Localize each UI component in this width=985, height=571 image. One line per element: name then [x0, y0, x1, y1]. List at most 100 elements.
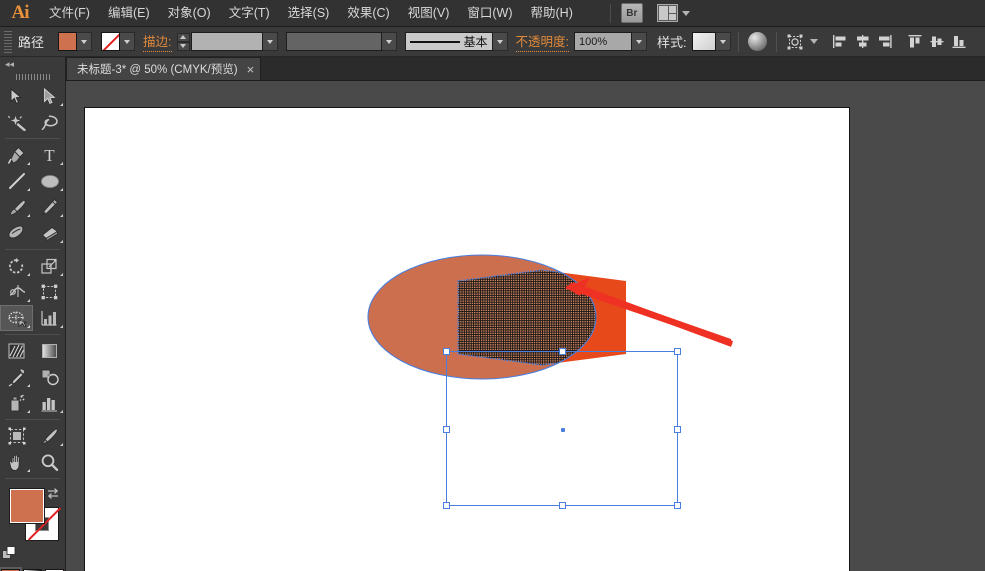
blend-tool[interactable] — [33, 364, 66, 390]
menu-type[interactable]: 文字(T) — [220, 0, 279, 27]
free-transform-tool[interactable] — [33, 279, 66, 305]
menu-window[interactable]: 窗口(W) — [458, 0, 521, 27]
document-tab-bar: 未标题-3* @ 50% (CMYK/预览) × — [0, 57, 985, 81]
chevron-down-icon — [266, 39, 273, 44]
lasso-tool[interactable] — [33, 109, 66, 135]
eyedropper-tool[interactable] — [0, 364, 33, 390]
align-left-icon[interactable] — [830, 31, 852, 53]
align-top-icon[interactable] — [905, 31, 927, 53]
align-right-icon[interactable] — [874, 31, 896, 53]
menu-edit[interactable]: 编辑(E) — [99, 0, 159, 27]
menu-effect[interactable]: 效果(C) — [338, 0, 398, 27]
selection-tool[interactable] — [0, 83, 33, 109]
tools-separator — [5, 138, 60, 139]
stroke-weight-label[interactable]: 描边: — [143, 31, 172, 52]
menu-bar: Ai 文件(F) 编辑(E) 对象(O) 文字(T) 选择(S) 效果(C) 视… — [0, 0, 985, 27]
control-separator — [737, 31, 739, 52]
align-center-vertical-icon[interactable] — [927, 31, 949, 53]
transform-icon[interactable] — [784, 31, 806, 53]
fill-color-control[interactable] — [58, 32, 93, 51]
opacity-dropdown-button[interactable] — [631, 32, 647, 51]
chevron-down-icon — [719, 39, 726, 44]
stepper-down-button[interactable] — [176, 41, 190, 51]
hand-tool[interactable] — [0, 449, 33, 475]
brush-definition-label: 基本 — [463, 35, 488, 49]
brush-dropdown-button[interactable] — [492, 32, 508, 51]
symbol-sprayer-tool[interactable] — [0, 390, 33, 416]
width-tool[interactable] — [0, 279, 33, 305]
menu-view[interactable]: 视图(V) — [399, 0, 459, 27]
chevron-down-icon — [635, 39, 642, 44]
gradient-tool[interactable] — [33, 338, 66, 364]
menu-help[interactable]: 帮助(H) — [522, 0, 582, 27]
artboard-tool[interactable] — [0, 423, 33, 449]
fill-stroke-proxy — [0, 485, 65, 565]
direct-selection-tool[interactable] — [33, 83, 66, 109]
blob-brush-tool[interactable] — [0, 220, 33, 246]
align-bottom-icon[interactable] — [949, 31, 971, 53]
chevron-down-icon — [496, 39, 503, 44]
chevron-down-icon[interactable] — [809, 39, 818, 44]
stroke-dropdown-button[interactable] — [120, 32, 136, 51]
default-fill-stroke-icon[interactable] — [2, 546, 17, 561]
stepper-up-button[interactable] — [176, 32, 190, 42]
slice-tool[interactable] — [33, 423, 66, 449]
variable-width-dropdown-button[interactable] — [381, 32, 397, 51]
variable-width-profile-select[interactable] — [285, 32, 382, 51]
tools-separator — [5, 478, 60, 479]
type-tool[interactable]: T — [33, 142, 66, 168]
document-tab[interactable]: 未标题-3* @ 50% (CMYK/预览) × — [66, 57, 262, 80]
stroke-weight-input[interactable] — [190, 32, 263, 51]
fill-proxy-swatch[interactable] — [9, 488, 45, 524]
stroke-color-swatch[interactable] — [101, 32, 121, 51]
brush-definition-select[interactable]: 基本 — [404, 32, 493, 51]
fill-color-swatch[interactable] — [58, 32, 78, 51]
chevron-down-icon — [81, 39, 88, 44]
pencil-tool[interactable] — [33, 194, 66, 220]
scale-tool[interactable] — [33, 253, 66, 279]
graphic-style-swatch[interactable] — [691, 32, 716, 51]
chevron-down-icon — [124, 39, 131, 44]
graph-tool[interactable] — [33, 305, 66, 331]
menu-file[interactable]: 文件(F) — [40, 0, 99, 27]
eraser-tool[interactable] — [33, 220, 66, 246]
collapse-tools-button[interactable]: ◂◂ — [0, 57, 65, 71]
chevron-down-icon — [385, 39, 392, 44]
close-icon[interactable]: × — [247, 63, 255, 76]
menu-select[interactable]: 选择(S) — [279, 0, 339, 27]
ellipse-tool[interactable] — [33, 168, 66, 194]
workspace-switcher-button[interactable] — [656, 4, 690, 22]
pen-tool[interactable] — [0, 142, 33, 168]
rotate-tool[interactable] — [0, 253, 33, 279]
swap-fill-stroke-icon[interactable] — [46, 487, 60, 501]
column-graph-tool[interactable] — [33, 390, 66, 416]
illustrator-window: Ai 文件(F) 编辑(E) 对象(O) 文字(T) 选择(S) 效果(C) 视… — [0, 0, 985, 571]
control-bar-grip[interactable] — [4, 30, 12, 53]
magic-wand-tool[interactable] — [0, 109, 33, 135]
style-dropdown-button[interactable] — [715, 32, 731, 51]
gradient-mesh-tool[interactable] — [0, 338, 33, 364]
bridge-button[interactable]: Br — [620, 3, 643, 23]
opacity-input[interactable]: 100% — [573, 32, 632, 51]
zoom-tool[interactable] — [33, 449, 66, 475]
menu-object[interactable]: 对象(O) — [159, 0, 220, 27]
paintbrush-tool[interactable] — [0, 194, 33, 220]
control-bar: 路径 描边: 基本 不透明度: 100% 样式: — [0, 27, 985, 57]
tools-separator — [5, 249, 60, 250]
mesh-tool[interactable] — [0, 305, 33, 331]
opacity-label[interactable]: 不透明度: — [515, 31, 569, 52]
tools-panel-grip[interactable] — [0, 71, 65, 83]
canvas-area[interactable] — [66, 81, 985, 571]
chevron-down-icon — [681, 10, 690, 16]
selected-object-label: 路径 — [18, 35, 45, 50]
stroke-weight-stepper[interactable] — [176, 32, 190, 51]
fill-dropdown-button[interactable] — [77, 32, 93, 51]
document-tab-title: 未标题-3* @ 50% (CMYK/预览) — [77, 64, 238, 76]
control-separator — [775, 31, 777, 52]
align-center-horizontal-icon[interactable] — [852, 31, 874, 53]
stroke-weight-dropdown-button[interactable] — [262, 32, 278, 51]
transparency-globe-icon[interactable] — [747, 32, 767, 51]
tools-separator — [5, 419, 60, 420]
stroke-color-control[interactable] — [101, 32, 136, 51]
line-segment-tool[interactable] — [0, 168, 33, 194]
